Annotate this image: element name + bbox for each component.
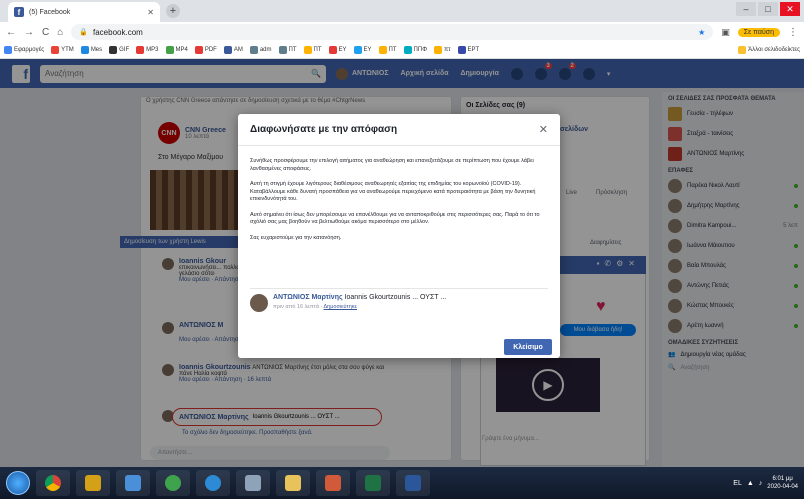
address-bar-row: ← → C ⌂ 🔒 facebook.com ★ ▣ Σε παύση ⋮ [0, 22, 804, 42]
bookmark-item[interactable]: ΠΤ [278, 46, 297, 54]
volume-icon[interactable]: ♪ [759, 480, 763, 487]
dialog-body: Συνήθως προσφέρουμε την επιλογή αιτήματο… [250, 158, 548, 250]
tab-close-icon[interactable]: ✕ [147, 8, 154, 17]
avatar [250, 294, 268, 312]
extension-icon[interactable]: ▣ [721, 27, 730, 38]
close-icon[interactable]: ✕ [539, 123, 548, 136]
folder-icon [125, 475, 141, 491]
comment-time: πριν από 16 λεπτά [273, 304, 319, 310]
reload-icon[interactable]: C [42, 27, 49, 38]
home-icon[interactable]: ⌂ [57, 27, 63, 38]
clock-time: 6:01 μμ [772, 476, 793, 482]
window-close-icon[interactable]: ✕ [780, 2, 800, 16]
url-text: facebook.com [93, 27, 143, 37]
menu-icon[interactable]: ⋮ [788, 27, 798, 38]
bookmark-item[interactable]: ΠΤ [378, 46, 397, 54]
windows-taskbar: EL ▲ ♪ 6:01 μμ 2020-04-04 [0, 467, 804, 499]
taskbar-app[interactable] [116, 470, 150, 496]
dialog-paragraph: Συνήθως προσφέρουμε την επιλογή αιτήματο… [250, 158, 534, 172]
browser-tab[interactable]: f (5) Facebook ✕ [8, 2, 160, 22]
comment-text: Ioannis Gkourtzounis ... ΟΥΣΤ ... [344, 294, 447, 301]
tab-title: (5) Facebook [29, 8, 71, 16]
taskbar-app[interactable] [396, 470, 430, 496]
bookmark-star-icon[interactable]: ★ [698, 28, 705, 37]
system-tray: EL ▲ ♪ 6:01 μμ 2020-04-04 [733, 475, 798, 491]
url-field[interactable]: 🔒 facebook.com ★ [71, 24, 714, 40]
back-icon[interactable]: ← [6, 27, 16, 38]
word-icon [405, 475, 421, 491]
taskbar-app[interactable] [76, 470, 110, 496]
bookmark-item[interactable]: πτ [434, 46, 451, 54]
forward-icon[interactable]: → [24, 27, 34, 38]
start-button[interactable] [6, 471, 30, 495]
dialog-comment-preview: ΑΝΤΩΝΙΟΣ Μαρτίνης Ioannis Gkourtzounis .… [250, 294, 548, 312]
bookmark-item[interactable]: ΠΤ [303, 46, 322, 54]
star-app-icon [85, 475, 101, 491]
lock-icon: 🔒 [79, 29, 88, 36]
bookmark-item[interactable]: YTM [51, 46, 74, 54]
other-bookmarks[interactable]: Άλλοι σελιδοδείκτες [738, 46, 800, 54]
dispute-dialog: Διαφωνήσατε με την απόφαση ✕ Συνήθως προ… [238, 114, 560, 358]
dialog-header: Διαφωνήσατε με την απόφαση ✕ [238, 114, 560, 146]
minimize-icon[interactable]: – [736, 2, 756, 16]
bookmark-item[interactable]: adm [249, 46, 272, 54]
dialog-paragraph: Αυτή τη στιγμή έχουμε λιγότερους διαθέσι… [250, 181, 536, 202]
clock-date: 2020-04-04 [767, 484, 798, 490]
chrome-icon [45, 475, 61, 491]
dialog-title: Διαφωνήσατε με την απόφαση [250, 124, 398, 135]
bookmark-item[interactable]: MP4 [165, 46, 188, 54]
taskbar-app[interactable] [36, 470, 70, 496]
profile-paused-button[interactable]: Σε παύση [737, 27, 780, 37]
language-indicator[interactable]: EL [733, 480, 742, 487]
bookmark-item[interactable]: Εφαρμογές [4, 46, 44, 54]
green-app-icon [165, 475, 181, 491]
maximize-icon[interactable]: □ [758, 2, 778, 16]
bookmark-item[interactable]: EPT [457, 46, 479, 54]
dialog-paragraph: Σας ευχαριστούμε για την κατανόηση. [250, 234, 342, 241]
taskbar-app[interactable] [276, 470, 310, 496]
taskbar-app[interactable] [156, 470, 190, 496]
excel-icon [365, 475, 381, 491]
taskbar-app[interactable] [316, 470, 350, 496]
window-controls: – □ ✕ [736, 2, 800, 16]
bookmark-item[interactable]: GIF [109, 46, 129, 54]
new-tab-button[interactable]: + [166, 4, 180, 18]
taskbar-app[interactable] [196, 470, 230, 496]
facebook-favicon-icon: f [14, 7, 24, 17]
bookmark-item[interactable]: AM [223, 46, 243, 54]
globe-icon [205, 475, 221, 491]
clock[interactable]: 6:01 μμ 2020-04-04 [767, 475, 798, 491]
tools-icon [245, 475, 261, 491]
network-icon[interactable]: ▲ [747, 480, 754, 487]
bookmark-item[interactable]: ΠΠΦ [403, 46, 427, 54]
taskbar-app[interactable] [356, 470, 390, 496]
bookmark-item[interactable]: PDF [194, 46, 217, 54]
files-icon [285, 475, 301, 491]
close-button[interactable]: Κλείσιμο [504, 339, 552, 355]
bookmark-item[interactable]: Mes [80, 46, 102, 54]
bookmark-item[interactable]: MP3 [136, 46, 159, 54]
dialog-paragraph: Αυτό σημαίνει ότι ίσως δεν μπορέσουμε να… [250, 211, 540, 226]
comment-author[interactable]: ΑΝΤΩΝΙΟΣ Μαρτίνης [273, 294, 343, 301]
comment-status-link[interactable]: Δημοσιεύτηκε [324, 304, 357, 310]
taskbar-app[interactable] [236, 470, 270, 496]
bookmarks-bar: Εφαρμογές YTM Mes GIF MP3 MP4 PDF AM adm… [0, 42, 804, 59]
dialog-divider [250, 288, 548, 289]
bookmark-item[interactable]: EY [353, 46, 372, 54]
bookmark-item[interactable]: EY [328, 46, 347, 54]
media-icon [325, 475, 341, 491]
